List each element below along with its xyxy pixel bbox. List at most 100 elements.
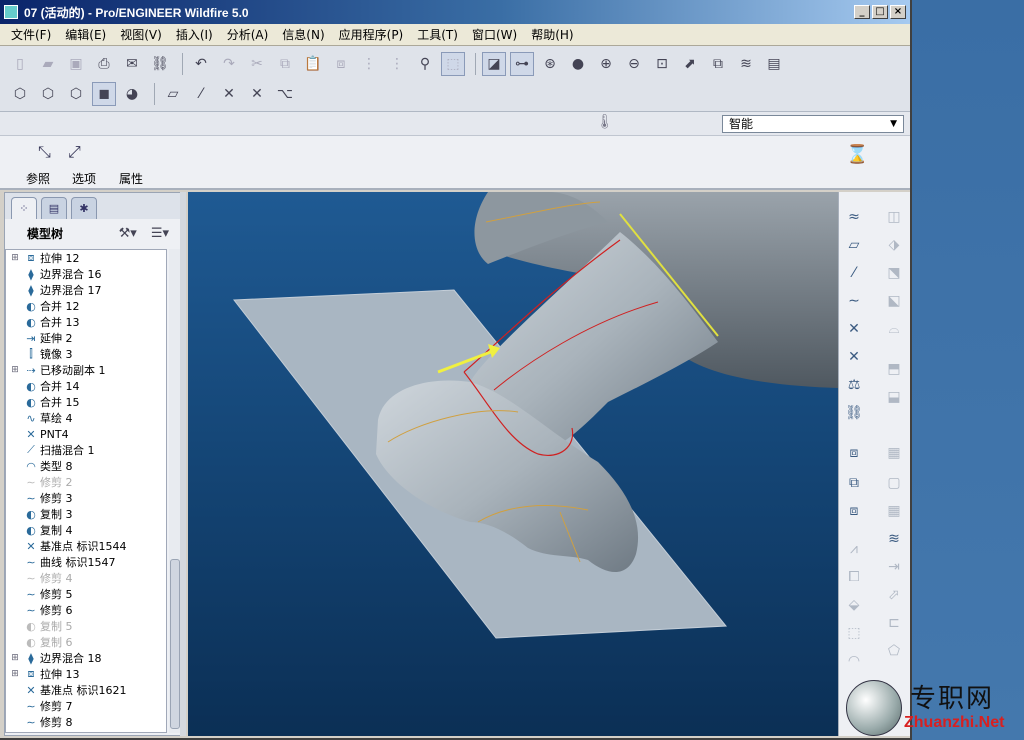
- zoom-in-icon[interactable]: ⊕: [594, 52, 618, 76]
- tab-model-tree[interactable]: ⁘: [11, 197, 37, 219]
- datum-plane-tool-icon[interactable]: ▱: [843, 234, 865, 256]
- pattern-tool-icon[interactable]: ▦: [883, 442, 905, 464]
- hole-tool-icon[interactable]: ◫: [883, 206, 905, 228]
- tree-show-icon[interactable]: ☰▾: [151, 226, 169, 241]
- flip-icon[interactable]: ⤢: [68, 142, 81, 162]
- tab-favorites[interactable]: ✱: [71, 197, 97, 219]
- no-hidden-icon[interactable]: ⬡: [64, 82, 88, 106]
- draft-tool-icon[interactable]: ⬕: [883, 290, 905, 312]
- enhanced-realism-icon[interactable]: ◕: [120, 82, 144, 106]
- tab-options[interactable]: 选项: [72, 170, 96, 187]
- menu-file[interactable]: 文件(F): [4, 24, 58, 45]
- layers-icon[interactable]: ≋: [734, 52, 758, 76]
- csys-display-icon[interactable]: ✕: [245, 82, 269, 106]
- chain-tool-icon[interactable]: ⛓: [843, 402, 865, 424]
- intersect-tool-icon[interactable]: ⊏: [883, 612, 905, 634]
- tree-scrollbar-thumb[interactable]: [170, 559, 180, 729]
- title-bar[interactable]: 07 (活动的) - Pro/ENGINEER Wildfire 5.0 _ □…: [0, 0, 910, 24]
- view-manager-icon[interactable]: ▤: [762, 52, 786, 76]
- csys-tool-icon[interactable]: ✕: [843, 346, 865, 368]
- tree-item[interactable]: ⧫ 边界混合 16: [6, 266, 166, 282]
- tree-item[interactable]: ⊞ ⧈ 拉伸 13: [6, 666, 166, 682]
- tree-item[interactable]: ∼ 修剪 4: [6, 570, 166, 586]
- new-file-icon[interactable]: ▯: [8, 52, 32, 76]
- paste-special-icon[interactable]: ⧈: [329, 52, 353, 76]
- tree-item[interactable]: ◐ 复制 5: [6, 618, 166, 634]
- save-icon[interactable]: ▣: [64, 52, 88, 76]
- datum-planes-icon[interactable]: ◪: [482, 52, 506, 76]
- shading-icon[interactable]: ●: [566, 52, 590, 76]
- reorient-icon[interactable]: ⬈: [678, 52, 702, 76]
- fill-tool-icon[interactable]: ◠: [843, 650, 865, 672]
- shell-tool-icon[interactable]: ⬗: [883, 234, 905, 256]
- tree-item[interactable]: ◐ 复制 3: [6, 506, 166, 522]
- tree-item[interactable]: ◐ 合并 14: [6, 378, 166, 394]
- maximize-button[interactable]: □: [872, 5, 888, 19]
- tree-item[interactable]: ∼ 修剪 8: [6, 714, 166, 730]
- selection-filter-dropdown[interactable]: 智能 ▼: [722, 115, 904, 133]
- expand-icon[interactable]: ⊞: [8, 653, 22, 663]
- point-display-icon[interactable]: ✕: [217, 82, 241, 106]
- hidden-line-icon[interactable]: ⬡: [36, 82, 60, 106]
- analysis-tool-icon[interactable]: ⚖: [843, 374, 865, 396]
- annotation-display-icon[interactable]: ⌥: [273, 82, 297, 106]
- tree-item[interactable]: ∼ 曲线 标识1547: [6, 554, 166, 570]
- round-tool-icon[interactable]: ⌓: [883, 318, 905, 340]
- tree-item[interactable]: ⟋ 扫描混合 1: [6, 442, 166, 458]
- tree-settings-icon[interactable]: ⚒▾: [119, 226, 137, 241]
- thicken-tool-icon[interactable]: ⬀: [883, 584, 905, 606]
- menu-insert[interactable]: 插入(I): [169, 24, 220, 45]
- rib-tool-icon[interactable]: ⬔: [883, 262, 905, 284]
- chamfer-tool-icon[interactable]: ⬒: [883, 358, 905, 380]
- datum-axis-tool-icon[interactable]: ⁄: [843, 262, 865, 284]
- tree-item[interactable]: ✕ 基准点 标识1544: [6, 538, 166, 554]
- tree-item[interactable]: ∿ 草绘 4: [6, 410, 166, 426]
- graphics-viewport[interactable]: [188, 192, 838, 736]
- panel-splitter[interactable]: [180, 192, 186, 736]
- close-button[interactable]: ×: [890, 5, 906, 19]
- extrude-tool-icon[interactable]: ⧈: [843, 442, 865, 464]
- tab-properties[interactable]: 属性: [119, 170, 143, 187]
- regenerate-icon[interactable]: ⋮: [357, 52, 381, 76]
- tree-item[interactable]: ∼ 修剪 2: [6, 474, 166, 490]
- open-file-icon[interactable]: ▰: [36, 52, 60, 76]
- sketch-curve-icon[interactable]: ∼: [843, 290, 865, 312]
- tree-item[interactable]: ◐ 合并 12: [6, 298, 166, 314]
- mirror-tool-icon[interactable]: ▢: [883, 472, 905, 494]
- axis-display-icon[interactable]: ⁄: [189, 82, 213, 106]
- tree-item[interactable]: ✕ PNT4: [6, 426, 166, 442]
- tree-item[interactable]: ◐ 合并 15: [6, 394, 166, 410]
- tree-item[interactable]: ◐ 复制 6: [6, 634, 166, 650]
- shaded-icon[interactable]: ◼: [92, 82, 116, 106]
- tree-item[interactable]: ◠ 类型 8: [6, 458, 166, 474]
- paste-icon[interactable]: 📋: [301, 52, 325, 76]
- send-mail-icon[interactable]: ✉: [120, 52, 144, 76]
- minimize-button[interactable]: _: [854, 5, 870, 19]
- menu-window[interactable]: 窗口(W): [465, 24, 524, 45]
- warp-tool-icon[interactable]: ⬠: [883, 640, 905, 662]
- cut-icon[interactable]: ✂: [245, 52, 269, 76]
- tab-folder-browser[interactable]: ▤: [41, 197, 67, 219]
- solidify-tool-icon[interactable]: ⬙: [843, 594, 865, 616]
- find-icon[interactable]: ⚲: [413, 52, 437, 76]
- tree-item[interactable]: ⫿ 镜像 3: [6, 346, 166, 362]
- refit-icon[interactable]: ⊡: [650, 52, 674, 76]
- menu-applications[interactable]: 应用程序(P): [332, 24, 411, 45]
- tree-item[interactable]: ∼ 修剪 6: [6, 602, 166, 618]
- undo-icon[interactable]: ↶: [189, 52, 213, 76]
- datum-point-tool-icon[interactable]: ✕: [843, 318, 865, 340]
- menu-tools[interactable]: 工具(T): [410, 24, 465, 45]
- project-tool-icon[interactable]: ⬚: [843, 622, 865, 644]
- expand-icon[interactable]: ⊞: [8, 365, 22, 375]
- copy-icon[interactable]: ⧉: [273, 52, 297, 76]
- send-link-icon[interactable]: ⛓: [148, 52, 172, 76]
- print-icon[interactable]: ⎙: [92, 52, 116, 76]
- zoom-out-icon[interactable]: ⊖: [622, 52, 646, 76]
- trim-tool-icon[interactable]: ⤡: [38, 142, 51, 162]
- merge-tool-icon[interactable]: ▦: [883, 500, 905, 522]
- menu-info[interactable]: 信息(N): [275, 24, 331, 45]
- tree-item[interactable]: ◐ 复制 4: [6, 522, 166, 538]
- extend-tool-icon[interactable]: ⇥: [883, 556, 905, 578]
- menu-view[interactable]: 视图(V): [113, 24, 169, 45]
- tree-item[interactable]: ⊞ ⧫ 边界混合 18: [6, 650, 166, 666]
